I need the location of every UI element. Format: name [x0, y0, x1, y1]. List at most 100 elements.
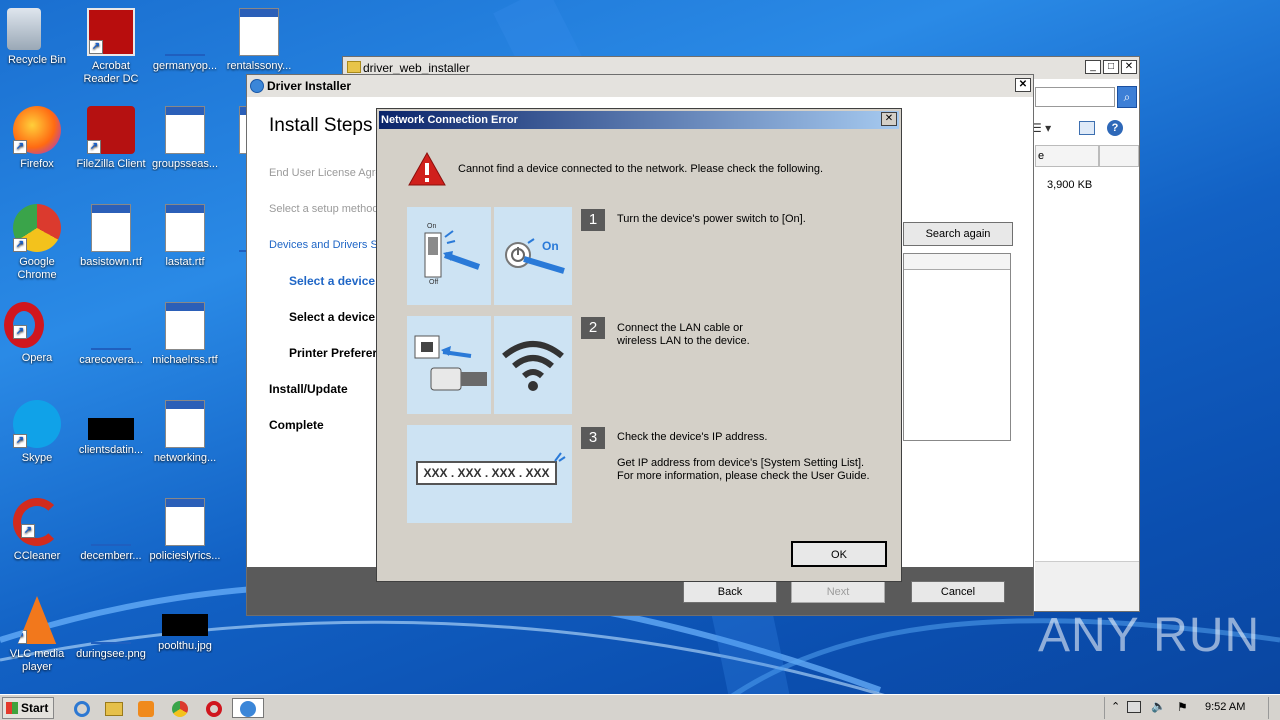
desktop-icon[interactable]: ↗ Firefox [0, 106, 74, 171]
step-3-title: Check the device's IP address. [617, 431, 768, 443]
device-list-table[interactable] [903, 253, 1011, 441]
explorer-title: driver_web_installer [363, 61, 470, 75]
desktop-icon[interactable]: ↗ Acrobat Reader DC [74, 8, 148, 86]
vlc-icon: ↗ [17, 596, 57, 644]
acrobat-icon: ↗ [87, 8, 135, 56]
desktop-icon[interactable]: Recycle Bin [0, 8, 74, 67]
desktop-icon[interactable]: carecovera... [74, 302, 148, 367]
maximize-icon[interactable]: □ [1103, 60, 1119, 74]
desktop-icon-label: decemberr... [80, 550, 142, 562]
device-list-header [904, 254, 1010, 270]
taskbar-chrome-icon[interactable] [166, 698, 194, 718]
show-desktop-button[interactable] [1268, 697, 1278, 719]
ip-address-illustration: XXX . XXX . XXX . XXX [407, 425, 572, 523]
step-item-7: Install/Update [269, 382, 348, 396]
taskbar-driver-installer-icon[interactable] [232, 698, 264, 718]
desktop-icon[interactable]: clientsdatin... [74, 400, 148, 457]
warning-icon [408, 151, 446, 186]
desktop-icon[interactable]: duringsee.png [74, 596, 148, 661]
word-doc-icon [165, 106, 205, 154]
search-again-button[interactable]: Search again [903, 222, 1013, 246]
file-icon [161, 8, 209, 56]
folder-icon [347, 61, 361, 73]
installer-titlebar[interactable]: Driver Installer ✕ [247, 75, 1033, 97]
back-button[interactable]: Back [683, 581, 777, 603]
step-number-1: 1 [581, 209, 605, 231]
network-icon[interactable] [1127, 701, 1141, 713]
windows-logo-icon [6, 702, 18, 714]
desktop-icon[interactable]: policieslyrics... [148, 498, 222, 563]
view-options-icon[interactable]: ☰ ▾ [1031, 121, 1061, 137]
cancel-button[interactable]: Cancel [911, 581, 1005, 603]
ok-button[interactable]: OK [791, 541, 887, 567]
network-error-dialog[interactable]: Network Connection Error ✕ Cannot find a… [376, 108, 902, 582]
power-button-illustration: On [494, 207, 572, 305]
desktop-icon-label: groupsseas... [151, 158, 219, 170]
desktop-icon[interactable]: basistown.rtf [74, 204, 148, 269]
desktop-icon-label: Skype [21, 452, 53, 464]
file-icon [87, 498, 135, 546]
watermark-text: ANY RUN [1038, 609, 1261, 662]
desktop-icon[interactable]: networking... [148, 400, 222, 465]
show-hidden-icons-icon[interactable]: ⌃ [1111, 700, 1120, 713]
desktop-icon[interactable]: rentalssony... [222, 8, 296, 73]
close-icon[interactable]: ✕ [881, 112, 897, 126]
desktop-icon[interactable]: decemberr... [74, 498, 148, 563]
desktop-icon-label: carecovera... [79, 354, 143, 366]
column-header-empty[interactable] [1099, 145, 1139, 167]
desktop-icon[interactable]: ↗ Google Chrome [0, 204, 74, 282]
desktop-icon-label: CCleaner [13, 550, 61, 562]
desktop-icon[interactable]: germanyop... [148, 8, 222, 73]
desktop-icon-label: michaelrss.rtf [152, 354, 218, 366]
taskbar-media-player-icon[interactable] [132, 698, 160, 718]
desktop-icon[interactable]: ↗ VLC media player [0, 596, 74, 674]
desktop-icon-label: Recycle Bin [7, 54, 67, 66]
desktop-icon-label: poolthu.jpg [158, 640, 212, 652]
close-icon[interactable]: ✕ [1121, 60, 1137, 74]
shortcut-arrow-icon: ↗ [21, 524, 35, 538]
desktop-icon[interactable]: ↗ Skype [0, 400, 74, 465]
switch-off-label: Off [429, 279, 439, 286]
desktop-icon[interactable]: groupsseas... [148, 106, 222, 171]
file-size-cell: 3,900 KB [1047, 179, 1093, 191]
clock[interactable]: 9:52 AM [1205, 701, 1245, 713]
desktop-icon[interactable]: ↗ FileZilla Client [74, 106, 148, 171]
search-icon[interactable]: ⌕ [1117, 86, 1137, 108]
dialog-titlebar[interactable]: Network Connection Error ✕ [379, 111, 899, 129]
desktop-icon-label: networking... [153, 452, 217, 464]
volume-icon[interactable]: 🔈 [1151, 699, 1166, 713]
shortcut-arrow-icon: ↗ [13, 434, 27, 448]
anyrun-watermark: ANY RUN [1038, 608, 1260, 663]
desktop-icon[interactable]: michaelrss.rtf [148, 302, 222, 367]
image-icon [162, 614, 208, 636]
shortcut-arrow-icon: ↗ [13, 140, 27, 154]
file-icon [87, 596, 135, 644]
desktop-icon[interactable]: poolthu.jpg [148, 596, 222, 653]
explorer-search-field[interactable] [1035, 87, 1115, 107]
desktop-icon[interactable]: lastat.rtf [148, 204, 222, 269]
column-header-size[interactable]: e [1035, 145, 1099, 167]
taskbar: Start ⌃ 🔈 ⚑ 9:52 AM [0, 694, 1280, 720]
action-center-flag-icon[interactable]: ⚑ [1177, 700, 1188, 714]
desktop-icon[interactable]: ↗ Opera [0, 302, 74, 365]
recycle-bin-icon [7, 8, 41, 50]
preview-pane-icon[interactable] [1079, 121, 1095, 135]
help-icon[interactable]: ? [1107, 120, 1123, 136]
desktop-icon-label: Acrobat Reader DC [83, 60, 139, 85]
taskbar-opera-icon[interactable] [200, 698, 228, 718]
lan-cable-icon [414, 335, 487, 391]
taskbar-explorer-icon[interactable] [100, 698, 128, 718]
start-button[interactable]: Start [2, 697, 54, 719]
minimize-icon[interactable]: _ [1085, 60, 1101, 74]
step-item-3: Devices and Drivers Se [269, 239, 384, 251]
error-message: Cannot find a device connected to the ne… [458, 163, 824, 175]
desktop-icon[interactable]: ↗ CCleaner [0, 498, 74, 563]
step-3-line-2: For more information, please check the U… [617, 470, 870, 482]
next-button[interactable]: Next [791, 581, 885, 603]
word-doc-icon [165, 498, 205, 546]
close-icon[interactable]: ✕ [1015, 78, 1031, 92]
power-switch-icon [424, 230, 480, 278]
shortcut-arrow-icon: ↗ [13, 325, 27, 339]
installer-app-icon [250, 79, 264, 93]
taskbar-ie-icon[interactable] [68, 698, 96, 718]
